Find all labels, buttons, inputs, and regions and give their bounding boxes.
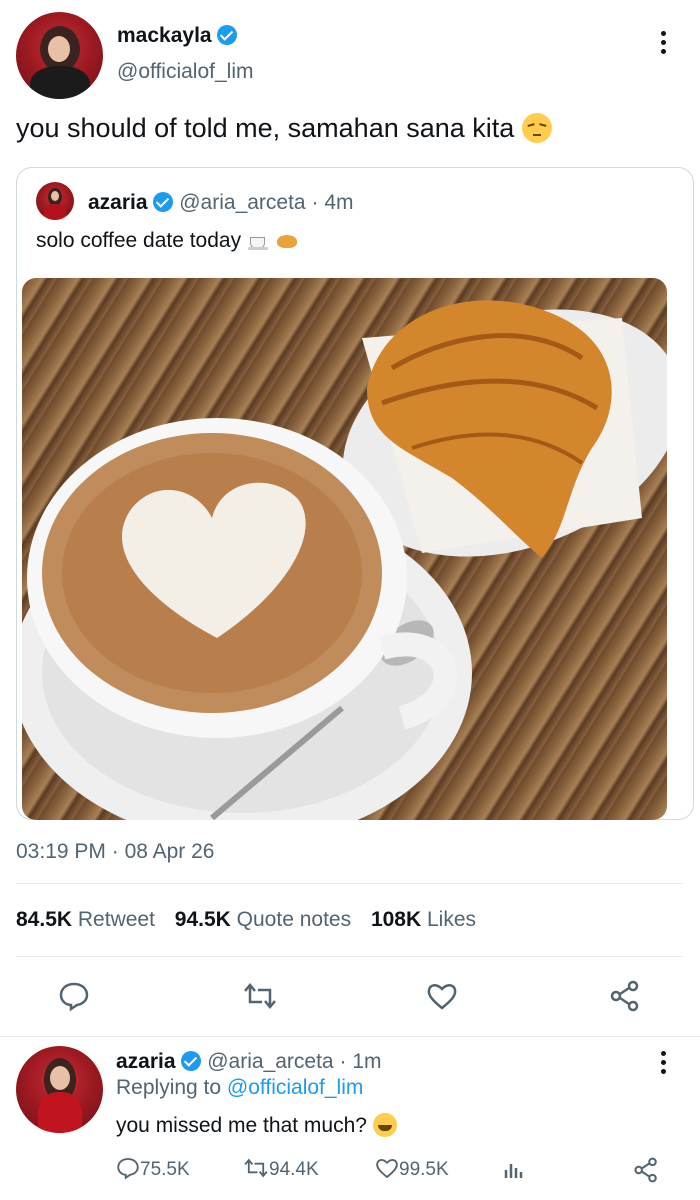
quoted-tweet-photo[interactable] <box>22 278 667 820</box>
coffee-emoji <box>247 232 269 250</box>
reply-author-name[interactable]: azaria <box>116 1050 176 1073</box>
tweet-timestamp[interactable]: 03:19 PM · 08 Apr 26 <box>16 840 214 864</box>
quoted-author-handle[interactable]: @aria_arceta <box>179 191 305 214</box>
retweets-count: 84.5K <box>16 908 73 931</box>
like-count: 99.5K <box>399 1159 449 1180</box>
replying-to-line: Replying to @officialof_lim <box>116 1076 363 1100</box>
reply-like-action[interactable]: 99.5K <box>375 1156 449 1181</box>
replying-to-handle[interactable]: @officialof_lim <box>227 1076 363 1099</box>
replying-to-label: Replying to <box>116 1076 222 1099</box>
separator-dot: · <box>339 1050 347 1073</box>
quoted-author-name[interactable]: azaria <box>88 191 148 214</box>
reply-icon[interactable] <box>58 980 90 1012</box>
separator-dot: · <box>311 191 319 214</box>
tweet-date[interactable]: 08 Apr 26 <box>125 840 215 863</box>
reply-author-avatar[interactable] <box>16 1046 103 1133</box>
verified-badge-icon <box>153 192 174 212</box>
more-icon[interactable] <box>661 31 667 58</box>
reply-icon <box>117 1158 139 1180</box>
analytics-icon[interactable] <box>502 1158 526 1182</box>
main-author-avatar[interactable] <box>16 12 103 99</box>
pensive-emoji <box>521 113 552 143</box>
main-tweet-text: you should of told me, samahan sana kita <box>16 113 552 144</box>
reply-count: 75.5K <box>140 1159 190 1180</box>
likes-stat[interactable]: 108K Likes <box>371 908 476 931</box>
share-icon[interactable] <box>633 1157 659 1183</box>
retweets-stat[interactable]: 84.5K Retweet <box>16 908 161 931</box>
quoted-author-line: azaria @aria_arceta · 4m <box>88 191 354 215</box>
divider <box>16 883 684 884</box>
reply-author-handle[interactable]: @aria_arceta <box>207 1050 333 1073</box>
main-author-name[interactable]: mackayla <box>117 24 238 48</box>
grinning-squinting-emoji <box>372 1113 397 1137</box>
retweet-icon <box>244 1158 268 1178</box>
retweet-count: 94.4K <box>269 1159 319 1180</box>
reply-age[interactable]: 1m <box>352 1050 381 1073</box>
retweet-icon[interactable] <box>242 980 278 1012</box>
divider <box>16 956 684 957</box>
reply-text: you missed me that much? <box>116 1113 397 1138</box>
reply-reply-action[interactable]: 75.5K <box>116 1156 190 1181</box>
quoted-tweet-age[interactable]: 4m <box>324 191 353 214</box>
tweet-time[interactable]: 03:19 PM <box>16 840 106 863</box>
retweets-label: Retweet <box>77 908 155 931</box>
share-icon[interactable] <box>609 980 641 1012</box>
quotes-label: Quote notes <box>236 908 352 931</box>
quotes-stat[interactable]: 94.5K Quote notes <box>175 908 357 931</box>
separator-dot: · <box>111 840 119 863</box>
quoted-tweet-text: solo coffee date today <box>36 229 299 253</box>
main-author-name-text[interactable]: mackayla <box>117 24 212 47</box>
verified-badge-icon <box>217 25 238 45</box>
likes-count: 108K <box>370 908 422 931</box>
main-author-handle[interactable]: @officialof_lim <box>117 60 253 84</box>
verified-badge-icon <box>181 1051 202 1071</box>
section-divider <box>0 1036 700 1037</box>
reply-author-line: azaria @aria_arceta · 1m <box>116 1050 382 1074</box>
main-tweet-text-content: you should of told me, samahan sana kita <box>16 113 515 143</box>
tweet-stats: 84.5K Retweet 94.5K Quote notes 108K Lik… <box>16 908 476 932</box>
quoted-tweet-text-content: solo coffee date today <box>36 229 242 252</box>
like-icon[interactable] <box>426 980 458 1012</box>
quotes-count: 94.5K <box>174 908 231 931</box>
reply-retweet-action[interactable]: 94.4K <box>243 1156 319 1181</box>
quoted-author-avatar[interactable] <box>36 182 74 220</box>
more-icon[interactable] <box>661 1051 667 1078</box>
reply-text-content: you missed me that much? <box>116 1114 367 1137</box>
croissant-emoji <box>275 232 299 250</box>
like-icon <box>376 1159 398 1179</box>
likes-label: Likes <box>426 908 477 931</box>
